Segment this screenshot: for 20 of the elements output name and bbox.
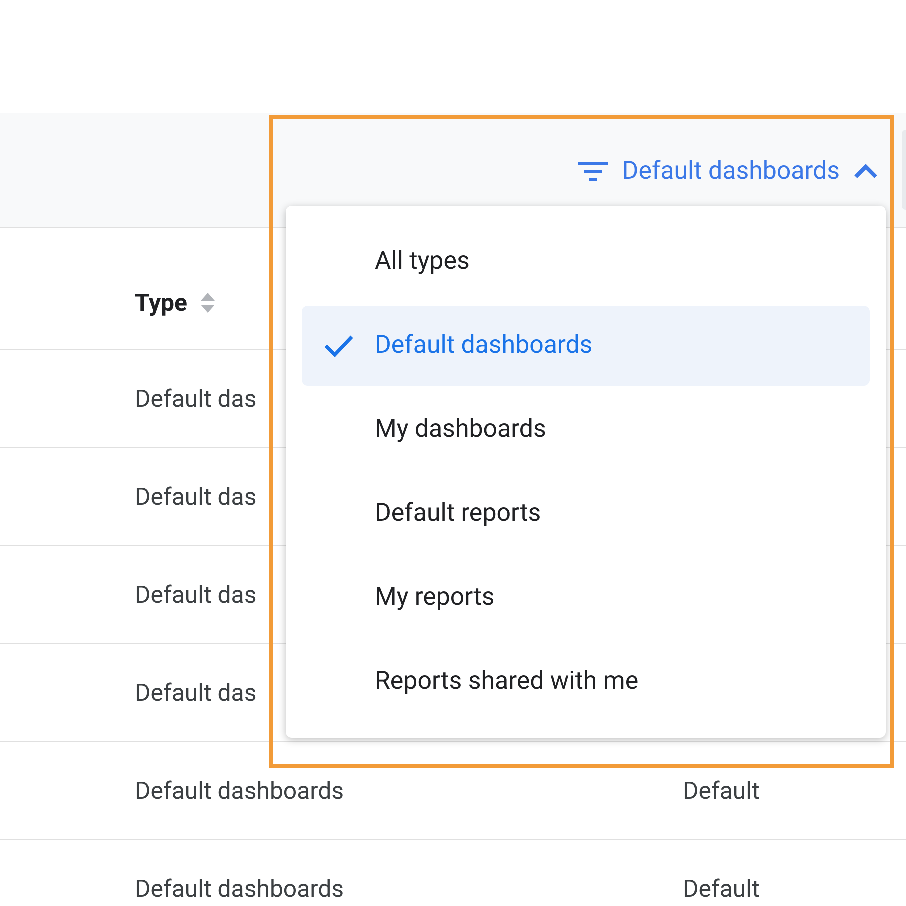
column-header[interactable]: Type bbox=[135, 284, 188, 320]
table-cell: Default das bbox=[135, 678, 257, 706]
table-cell: Default dashboards bbox=[135, 874, 344, 902]
checkmark-icon bbox=[324, 335, 354, 357]
menu-item[interactable]: Reports shared with me bbox=[302, 642, 870, 722]
caret-icon bbox=[854, 164, 878, 180]
menu-item[interactable]: My dashboards bbox=[302, 390, 870, 470]
menu-item[interactable]: All types bbox=[302, 222, 870, 302]
menu-item[interactable]: My reports bbox=[302, 558, 870, 638]
table-cell-text: Default bbox=[683, 776, 760, 806]
filter-button[interactable]: Default dashboards bbox=[578, 149, 878, 191]
table-cell: Default das bbox=[135, 482, 257, 510]
table-cell: Default dashboards bbox=[135, 776, 344, 804]
table-cell: Default das bbox=[135, 384, 257, 412]
table-cell-text: Default bbox=[683, 874, 760, 904]
menu-item[interactable]: Default reports bbox=[302, 474, 870, 554]
table-cell: Default das bbox=[135, 580, 257, 608]
sort-icon[interactable] bbox=[200, 292, 216, 314]
menu-item[interactable]: Default dashboards bbox=[302, 306, 870, 386]
filter-icon bbox=[578, 161, 608, 183]
